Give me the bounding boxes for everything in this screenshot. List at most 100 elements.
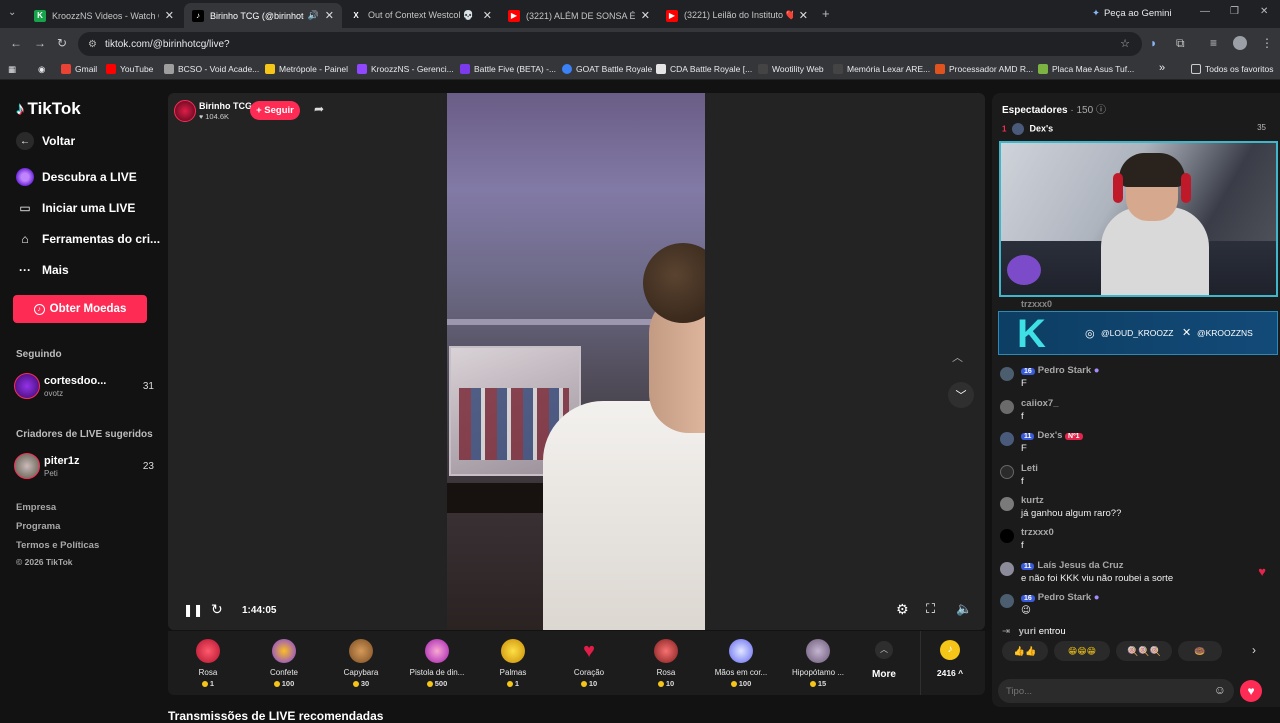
tab-close-icon[interactable]: ✕ (641, 9, 650, 22)
apps-grid-icon[interactable]: ▦ (8, 64, 16, 75)
gift-item[interactable]: Rosa 10 (631, 631, 701, 695)
bookmark-gmail[interactable]: Gmail (61, 64, 97, 74)
host-avatar[interactable] (174, 100, 196, 122)
back-arrow-icon[interactable]: ← (10, 36, 22, 50)
chat-message[interactable]: trzxxx0 f (1000, 527, 1272, 557)
bookmark-cda[interactable]: CDA Battle Royale [... (656, 64, 752, 74)
send-heart-button[interactable]: ♥ (1240, 680, 1262, 702)
previous-live-icon[interactable]: ︿ (952, 349, 963, 365)
footer-company-link[interactable]: Empresa (16, 502, 56, 513)
gift-item[interactable]: Capybara 30 (326, 631, 396, 695)
coin-icon (352, 681, 359, 688)
tab-search-icon[interactable]: ⌄ (8, 7, 16, 18)
chat-message[interactable]: 16 Pedro Stark ● F (1000, 365, 1272, 395)
tiktok-logo[interactable]: ♪ TikTok (16, 99, 81, 119)
bookmark-lexar[interactable]: Memória Lexar ARE... (833, 64, 930, 74)
price-value: 30 (360, 679, 370, 688)
emoji-icon[interactable]: ☺ (1214, 683, 1226, 697)
following-account[interactable]: cortesdoo... ovotz 31 (14, 373, 154, 401)
browser-tab-kroozzns[interactable]: K KroozzNS Videos - Watch On-D ✕ (26, 3, 182, 28)
chat-message[interactable]: kurtz já ganhou algum raro?? (1000, 495, 1272, 525)
info-icon[interactable]: ⓘ (1096, 105, 1106, 116)
site-info-icon[interactable]: ⚙ (88, 39, 97, 50)
chevron-right-icon[interactable]: › (1252, 643, 1256, 657)
chat-message[interactable]: 16 Pedro Stark ● 😉 (1000, 592, 1272, 622)
chat-message[interactable]: Leti f (1000, 463, 1272, 493)
profile-avatar[interactable] (1233, 36, 1247, 50)
reload-icon[interactable]: ↻ (57, 36, 67, 50)
refresh-icon[interactable]: ↻ (211, 601, 223, 618)
footer-program-link[interactable]: Programa (16, 521, 60, 532)
quick-reaction[interactable]: 🍭🍭🍭 (1116, 641, 1172, 661)
quick-reaction[interactable]: 🍩 (1178, 641, 1222, 661)
bookmark-goat[interactable]: GOAT Battle Royale (562, 64, 652, 74)
gift-item[interactable]: Pistola de din... 500 (402, 631, 472, 695)
footer-terms-link[interactable]: Termos e Políticas (16, 540, 99, 551)
browser-tab-westcol[interactable]: X Out of Context Westcol 💀 no ✕ (342, 3, 500, 28)
tab-close-icon[interactable]: ✕ (799, 9, 808, 22)
bookmark-twitch[interactable]: KroozzNS - Gerenci... (357, 64, 454, 74)
follow-button[interactable]: + Seguir (250, 101, 300, 120)
gift-item[interactable]: Palmas 1 (478, 631, 548, 695)
more-bookmarks-button[interactable]: » (1159, 62, 1165, 74)
live-video-player[interactable]: Birinho TCG ♥ 104.6K + Seguir ➦ ︿ ﹀ ❚❚ ↻… (168, 93, 985, 630)
gift-item[interactable]: ♥ Coração 10 (554, 631, 624, 695)
media-control-icon[interactable]: ≡ (1210, 36, 1217, 50)
nav-start-live[interactable]: ▭ Iniciar uma LIVE (16, 199, 135, 217)
restore-icon[interactable]: ❐ (1230, 6, 1239, 17)
viewers-header[interactable]: Espectadores · 150 ⓘ (1002, 101, 1106, 116)
quick-reaction[interactable]: 👍👍 (1002, 641, 1048, 661)
share-icon[interactable]: ➦ (314, 102, 324, 116)
bookmark-star-icon[interactable]: ☆ (1120, 37, 1130, 50)
more-gifts-button[interactable]: ︿ More (868, 639, 900, 689)
bookmark-metropole[interactable]: Metrópole - Painel (265, 64, 348, 74)
host-name[interactable]: Birinho TCG (199, 101, 252, 111)
bookmark-battle-five[interactable]: Battle Five (BETA) -... (460, 64, 556, 74)
bookmark-globe-icon[interactable]: ◉ (38, 64, 45, 75)
chat-message[interactable]: caiiox7_ f (1000, 398, 1272, 428)
gift-item[interactable]: Mãos em cor... 100 (706, 631, 776, 695)
top-viewer-row[interactable]: 1 Dex's 35 (1002, 123, 1270, 137)
tab-close-icon[interactable]: ✕ (165, 9, 174, 22)
coin-balance-button[interactable]: ♪ 2416 ^ (930, 639, 970, 689)
extension-audio-icon[interactable]: ◗ (1150, 36, 1157, 50)
browser-tab-birinho[interactable]: ♪ Birinho TCG (@birinhotcg) · 🔊 ✕ (184, 3, 342, 28)
back-link[interactable]: ← Voltar (16, 132, 75, 150)
chat-message[interactable]: 11 Laís Jesus da Cruz e não foi KKK viu n… (1000, 560, 1272, 590)
bookmark-wootility[interactable]: Wootility Web (758, 64, 824, 74)
settings-icon[interactable]: ⚙ (896, 601, 909, 618)
bookmark-asus[interactable]: Placa Mae Asus Tuf... (1038, 64, 1134, 74)
bookmark-amd[interactable]: Processador AMD R... (935, 64, 1033, 74)
new-tab-button[interactable]: + (822, 6, 830, 21)
address-bar[interactable]: ⚙ tiktok.com/@birinhotcg/live? ☆ (78, 32, 1142, 56)
gift-item[interactable]: Hipopótamo ... 15 (783, 631, 853, 695)
bookmark-youtube[interactable]: YouTube (106, 64, 153, 74)
tab-close-icon[interactable]: ✕ (483, 9, 492, 22)
audio-playing-icon[interactable]: 🔊 (308, 10, 319, 21)
get-coins-button[interactable]: ♪ Obter Moedas (13, 295, 147, 323)
gemini-button[interactable]: ✦ Peça ao Gemini (1092, 8, 1172, 19)
suggested-account[interactable]: piter1z Peti 23 (14, 453, 154, 481)
browser-tab-youtube-2[interactable]: ▶ (3221) Leilão do Instituto ❤️ e ✕ (658, 3, 816, 28)
tab-close-icon[interactable]: ✕ (325, 9, 334, 22)
nav-more[interactable]: ··· Mais (16, 261, 69, 279)
forward-arrow-icon[interactable]: → (34, 36, 46, 50)
fullscreen-icon[interactable]: ⛶ (926, 601, 935, 617)
window-close-icon[interactable]: ✕ (1260, 6, 1268, 17)
gift-item[interactable]: Confete 100 (249, 631, 319, 695)
browser-menu-icon[interactable]: ⋮ (1261, 36, 1273, 50)
nav-creator-tools[interactable]: ⌂ Ferramentas do cri... (16, 230, 160, 248)
gift-item[interactable]: Rosa 1 (173, 631, 243, 695)
volume-icon[interactable]: 🔈 (956, 601, 972, 617)
bookmark-bcso[interactable]: BCSO - Void Acade... (164, 64, 259, 74)
pause-icon[interactable]: ❚❚ (183, 603, 203, 617)
chat-input[interactable] (1006, 682, 1202, 700)
next-live-icon[interactable]: ﹀ (948, 382, 974, 408)
extensions-puzzle-icon[interactable]: ⧉ (1176, 36, 1185, 51)
all-favorites-folder[interactable]: Todos os favoritos (1191, 64, 1274, 74)
nav-discover-live[interactable]: Descubra a LIVE (16, 168, 137, 186)
browser-tab-youtube-1[interactable]: ▶ (3221) ALÉM DE SONSA É BURR ✕ (500, 3, 658, 28)
minimize-icon[interactable]: — (1200, 6, 1210, 17)
chat-message[interactable]: 11 Dex's Nº1 F (1000, 430, 1272, 460)
quick-reaction[interactable]: 😁😁😁 (1054, 641, 1110, 661)
